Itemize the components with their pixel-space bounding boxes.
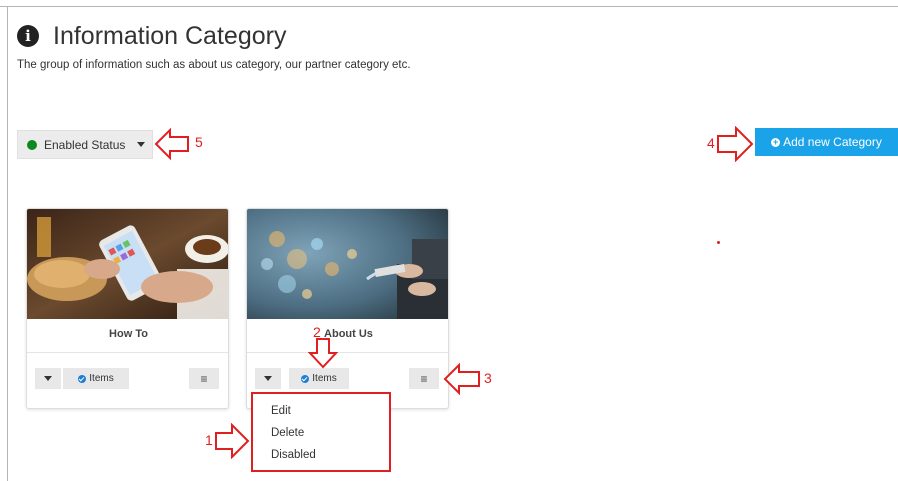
status-filter-dropdown[interactable]: Enabled Status — [17, 130, 153, 159]
status-filter-label: Enabled Status — [44, 137, 126, 152]
annotation-dot — [717, 241, 720, 244]
page-header: i Information Category — [17, 22, 286, 50]
card-menu-button[interactable]: ≡ — [409, 368, 439, 389]
annotation-number-4: 4 — [707, 135, 715, 151]
card-items-button[interactable]: Items — [63, 368, 129, 389]
annotation-arrow-right-icon — [717, 126, 754, 162]
category-card-about-us: About Us Items ≡ — [246, 208, 449, 409]
card-title: About Us — [324, 328, 373, 340]
annotation-number-1: 1 — [205, 432, 213, 448]
add-category-label: Add new Category — [783, 135, 882, 149]
items-label: Items — [312, 373, 337, 384]
check-circle-icon — [301, 374, 310, 383]
menu-item-edit[interactable]: Edit — [271, 405, 291, 417]
annotation-arrow-left-icon — [443, 362, 480, 396]
card-caret-button[interactable] — [255, 368, 281, 389]
add-category-button[interactable]: + Add new Category — [755, 128, 898, 156]
card-items-button[interactable]: Items — [289, 368, 349, 389]
card-divider — [247, 352, 448, 353]
card-image-digital — [247, 209, 448, 319]
card-caret-button[interactable] — [35, 368, 61, 389]
frame-border-top — [0, 6, 898, 7]
category-card-how-to: How To Items ≡ — [26, 208, 229, 409]
caret-down-icon — [44, 376, 52, 381]
items-label: Items — [89, 373, 114, 384]
annotation-arrow-right-icon — [215, 423, 250, 459]
annotation-arrow-left-icon — [154, 127, 189, 161]
page-subtitle: The group of information such as about u… — [17, 59, 411, 71]
frame-border-left — [7, 6, 8, 481]
menu-item-disabled[interactable]: Disabled — [271, 449, 316, 461]
caret-down-icon — [137, 142, 146, 147]
hamburger-icon: ≡ — [420, 371, 428, 386]
status-dot-icon — [27, 139, 37, 150]
plus-circle-icon: + — [771, 136, 781, 147]
card-dropdown-menu: Edit Delete Disabled — [251, 392, 391, 472]
caret-down-icon — [264, 376, 272, 381]
menu-item-delete[interactable]: Delete — [271, 427, 304, 439]
info-icon: i — [17, 25, 39, 47]
annotation-arrow-down-icon — [308, 338, 338, 369]
card-title: How To — [109, 328, 148, 340]
hamburger-icon: ≡ — [200, 371, 208, 386]
card-image-phone — [27, 209, 228, 319]
card-menu-button[interactable]: ≡ — [189, 368, 219, 389]
card-divider — [27, 352, 228, 353]
check-circle-icon — [78, 374, 87, 383]
annotation-number-5: 5 — [195, 134, 203, 150]
annotation-number-3: 3 — [484, 370, 492, 386]
page-title: Information Category — [53, 22, 287, 50]
